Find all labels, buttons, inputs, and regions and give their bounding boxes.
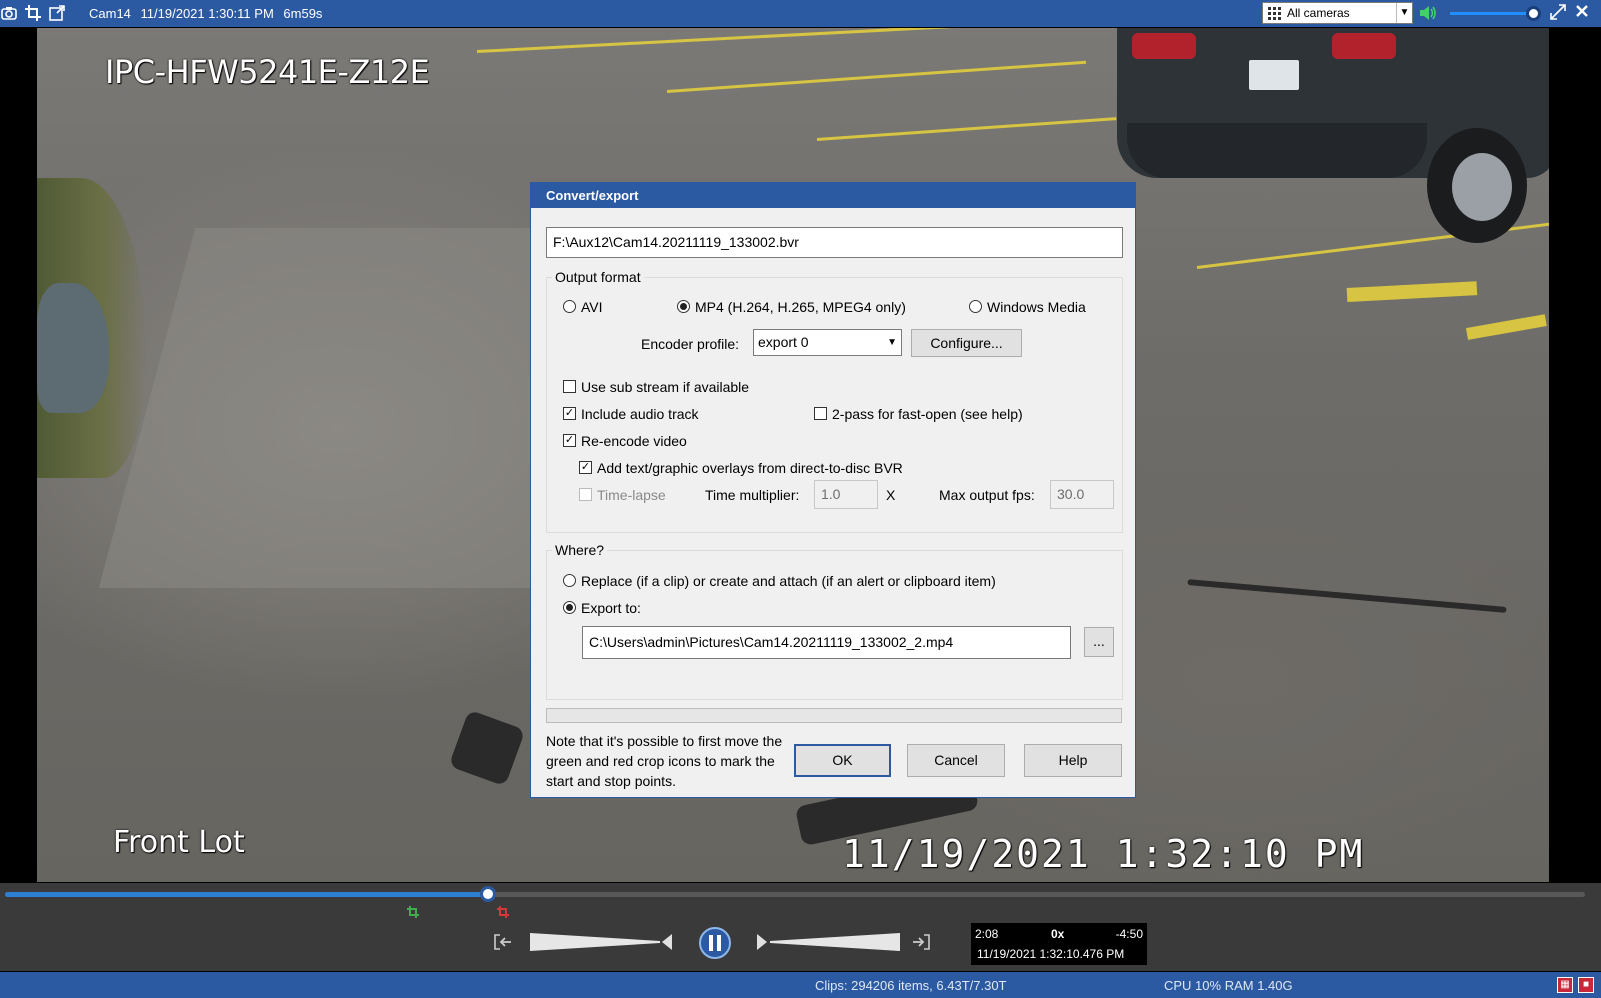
where-label: Where? [552, 542, 608, 558]
remaining-time: -4:50 [1115, 927, 1143, 941]
speaker-icon[interactable] [1418, 4, 1438, 22]
source-file-field[interactable]: F:\Aux12\Cam14.20211119_133002.bvr [546, 227, 1123, 258]
title-bar: Cam14 11/19/2021 1:30:11 PM 6m59s All ca… [0, 0, 1601, 27]
record-grid-icon[interactable]: ▦ [1557, 977, 1573, 993]
export-progress-bar [546, 708, 1122, 723]
alert-lock-icon[interactable]: ■ [1578, 977, 1594, 993]
clips-status: Clips: 294206 items, 6.43T/7.30T [815, 978, 1007, 993]
time-multiplier-unit: X [886, 487, 896, 503]
encoder-profile-select[interactable]: export 0 ▼ [753, 329, 902, 356]
encoder-profile-label: Encoder profile: [641, 336, 740, 352]
export-to-label[interactable]: Export to: [581, 600, 641, 616]
format-wmv-label[interactable]: Windows Media [987, 299, 1086, 315]
audio-track-label[interactable]: Include audio track [581, 406, 699, 422]
chevron-down-icon: ▼ [887, 337, 897, 348]
volume-slider-track[interactable] [1450, 12, 1534, 15]
parking-line [476, 28, 957, 53]
help-button[interactable]: Help [1024, 744, 1122, 777]
overlays-label[interactable]: Add text/graphic overlays from direct-to… [597, 460, 903, 476]
sub-stream-label[interactable]: Use sub stream if available [581, 379, 749, 395]
timelapse-label[interactable]: Time-lapse [597, 487, 666, 503]
camera-group-value: All cameras [1287, 6, 1350, 20]
camera-model-overlay: IPC-HFW5241E-Z12E [105, 53, 430, 91]
step-back-icon[interactable] [660, 932, 674, 952]
output-format-label: Output format [552, 269, 644, 285]
max-fps-input[interactable]: 30.0 [1050, 480, 1114, 509]
close-icon[interactable] [1572, 3, 1592, 23]
crop-hint-note: Note that it's possible to first move th… [546, 733, 783, 789]
tar-crack [1187, 579, 1507, 613]
clip-info: Cam14 11/19/2021 1:30:11 PM 6m59s [89, 6, 328, 21]
playback-controls: 2:08 0x -4:50 11/19/2021 1:32:10.476 PM [0, 883, 1601, 971]
two-pass-checkbox[interactable] [814, 407, 827, 420]
cancel-button[interactable]: Cancel [907, 744, 1005, 777]
format-wmv-radio[interactable] [969, 300, 982, 313]
fullscreen-icon[interactable] [1548, 3, 1568, 23]
export-path-field[interactable]: C:\Users\admin\Pictures\Cam14.20211119_1… [582, 626, 1071, 659]
chevron-down-icon: ▼ [1396, 3, 1412, 23]
reverse-shuttle-slider[interactable] [530, 933, 660, 951]
pause-button[interactable] [699, 927, 731, 959]
configure-button[interactable]: Configure... [911, 329, 1022, 357]
time-multiplier-input[interactable]: 1.0 [814, 480, 878, 509]
elapsed-time: 2:08 [975, 927, 999, 941]
crop-end-icon[interactable] [496, 905, 510, 919]
overlays-checkbox[interactable]: ✓ [579, 461, 592, 474]
crop-icon[interactable] [24, 4, 42, 22]
rock [37, 283, 109, 413]
grid-icon [1268, 7, 1281, 20]
clip-datetime: 11/19/2021 1:30:11 PM [140, 6, 274, 21]
export-to-radio[interactable] [563, 601, 576, 614]
tar-crack [448, 709, 526, 787]
ok-button[interactable]: OK [794, 744, 891, 777]
encoder-profile-value: export 0 [758, 334, 809, 350]
cpu-ram-status: CPU 10% RAM 1.40G [1164, 978, 1293, 993]
seek-bar-progress [5, 892, 488, 897]
format-mp4-radio[interactable] [677, 300, 690, 313]
location-overlay: Front Lot [113, 825, 245, 860]
status-bar: Clips: 294206 items, 6.43T/7.30T CPU 10%… [0, 972, 1601, 998]
position-timestamp: 11/19/2021 1:32:10.476 PM [977, 947, 1125, 961]
time-multiplier-label: Time multiplier: [705, 487, 800, 503]
parked-car [1107, 28, 1549, 243]
timelapse-checkbox[interactable] [579, 488, 592, 501]
sub-stream-checkbox[interactable] [563, 380, 576, 393]
camera-name: Cam14 [89, 6, 131, 21]
reencode-label[interactable]: Re-encode video [581, 433, 687, 449]
parking-line [666, 60, 1087, 93]
forward-shuttle-slider[interactable] [770, 933, 900, 951]
popout-icon[interactable] [48, 4, 66, 22]
convert-export-dialog: Convert/export F:\Aux12\Cam14.20211119_1… [530, 182, 1136, 798]
format-mp4-label[interactable]: MP4 (H.264, H.265, MPEG4 only) [695, 299, 906, 315]
audio-track-checkbox[interactable]: ✓ [563, 407, 576, 420]
timestamp-overlay: 11/19/2021 1:32:10 PM [842, 832, 1365, 876]
parking-marking [1465, 314, 1547, 340]
two-pass-label[interactable]: 2-pass for fast-open (see help) [832, 406, 1023, 422]
clip-duration: 6m59s [283, 6, 323, 21]
camera-group-select[interactable]: All cameras ▼ [1262, 2, 1413, 24]
reencode-checkbox[interactable]: ✓ [563, 434, 576, 447]
playback-speed: 0x [1051, 927, 1065, 941]
dialog-title: Convert/export [531, 183, 1135, 208]
camera-icon[interactable] [0, 4, 18, 22]
go-to-start-icon[interactable] [492, 931, 514, 953]
seek-bar-handle[interactable] [480, 886, 496, 902]
step-forward-icon[interactable] [755, 932, 769, 952]
volume-slider-handle[interactable] [1526, 6, 1541, 21]
format-avi-label[interactable]: AVI [581, 299, 603, 315]
browse-button[interactable]: ... [1084, 627, 1114, 657]
format-avi-radio[interactable] [563, 300, 576, 313]
max-fps-label: Max output fps: [939, 487, 1035, 503]
playback-time-display: 2:08 0x -4:50 11/19/2021 1:32:10.476 PM [971, 923, 1147, 965]
crop-start-icon[interactable] [406, 905, 420, 919]
parking-line [816, 117, 1117, 141]
replace-radio[interactable] [563, 574, 576, 587]
parking-marking [1346, 281, 1478, 302]
go-to-end-icon[interactable] [910, 931, 932, 953]
replace-label[interactable]: Replace (if a clip) or create and attach… [581, 573, 996, 589]
